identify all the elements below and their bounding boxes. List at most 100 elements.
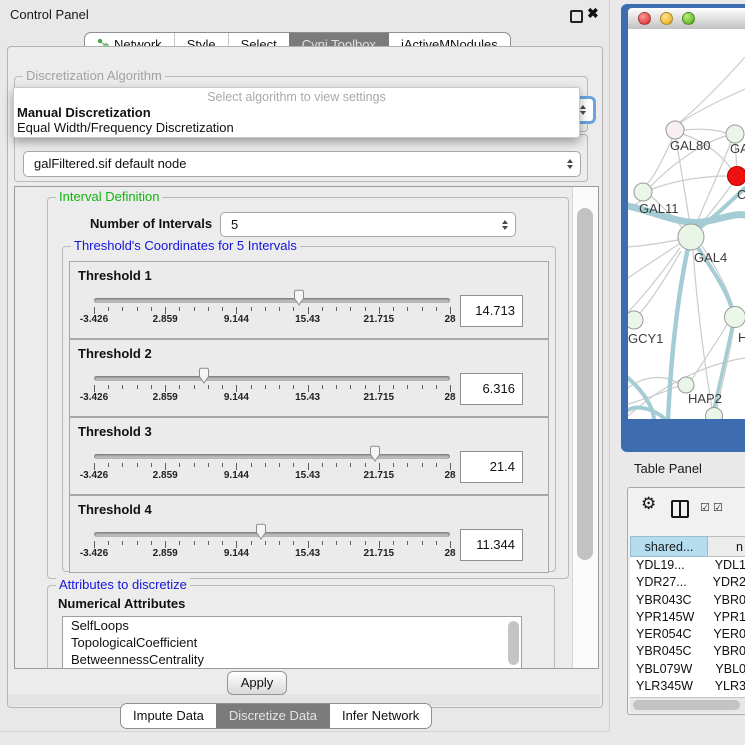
slider-track[interactable] xyxy=(94,298,450,303)
slider-tick xyxy=(407,463,408,467)
slider-track[interactable] xyxy=(94,532,450,537)
threshold-value-field[interactable]: 21.4 xyxy=(460,451,523,483)
slider-tick xyxy=(179,541,180,545)
cell-name: YLR3 xyxy=(712,678,745,695)
number-of-intervals-value: 5 xyxy=(231,213,238,236)
cell-shared-name: YBL079W xyxy=(630,661,712,678)
gear-icon[interactable]: ⚙ xyxy=(641,494,656,514)
checkbox-icon[interactable]: ☑ xyxy=(700,501,710,514)
slider-tick xyxy=(365,463,366,467)
slider-tick xyxy=(322,463,323,467)
network-window-titlebar[interactable] xyxy=(628,8,745,30)
threshold-label: Threshold 3 xyxy=(78,424,152,439)
tab-impute-data[interactable]: Impute Data xyxy=(121,704,216,728)
slider-tick-label: 15.43 xyxy=(295,470,320,481)
slider-tick xyxy=(450,463,451,470)
network-node-gal11[interactable] xyxy=(634,183,652,201)
attribute-item[interactable]: SelfLoops xyxy=(63,617,521,634)
slider-tick xyxy=(350,463,351,467)
minimize-traffic-light-icon[interactable] xyxy=(660,12,673,25)
cyni-mode-tab-bar: Impute Data Discretize Data Infer Network xyxy=(120,703,432,729)
split-columns-icon[interactable] xyxy=(671,500,689,518)
slider-tick xyxy=(179,463,180,467)
threshold-panel: Threshold 1-3.4262.8599.14415.4321.71528… xyxy=(69,261,549,339)
horizontal-scrollbar-track[interactable] xyxy=(630,697,745,713)
close-icon[interactable]: ✖ xyxy=(587,5,599,22)
threshold-coordinates-group: Threshold's Coordinates for 5 Intervals … xyxy=(62,246,556,572)
tab-label: Impute Data xyxy=(133,704,204,728)
slider-tick xyxy=(236,463,237,470)
attribute-item[interactable]: TopologicalCoefficient xyxy=(63,634,521,651)
dropdown-item-manual[interactable]: Manual Discretization xyxy=(17,105,151,120)
threshold-value-field[interactable]: 14.713 xyxy=(460,295,523,327)
slider-tick xyxy=(251,463,252,467)
column-header-shared-name[interactable]: shared... xyxy=(630,536,708,557)
column-header-name[interactable]: n xyxy=(708,536,745,557)
slider-tick xyxy=(165,541,166,548)
slider-tick-label: 9.144 xyxy=(224,392,249,403)
checkbox-icon[interactable]: ☑ xyxy=(713,501,723,514)
network-node-c[interactable] xyxy=(728,167,745,186)
network-edge xyxy=(628,240,678,247)
table-row[interactable]: YER054CYER0 xyxy=(630,626,745,643)
slider-tick xyxy=(436,385,437,389)
table-row[interactable]: YPR145WYPR1 xyxy=(630,609,745,626)
table-row[interactable]: YDL19...YDL1 xyxy=(630,557,745,574)
slider-tick xyxy=(322,307,323,311)
network-view-window: GAL80GACGAL11GAL4GCY1HHAP2 xyxy=(621,4,745,452)
slider-tick xyxy=(194,463,195,467)
cell-shared-name: YER054C xyxy=(630,626,710,643)
slider-track[interactable] xyxy=(94,376,450,381)
slider-tick-label: -3.426 xyxy=(80,392,108,403)
scrollbar-track[interactable] xyxy=(572,187,598,668)
list-scrollbar[interactable] xyxy=(508,621,519,665)
float-window-icon[interactable] xyxy=(570,10,583,23)
table-panel: ⚙ ☑ ☑ shared... n YDL19...YDL1YDR27...YD… xyxy=(627,487,745,715)
tab-label: Infer Network xyxy=(342,704,419,728)
slider-thumb[interactable] xyxy=(254,523,268,540)
slider-tick xyxy=(151,307,152,311)
slider-tick xyxy=(450,385,451,392)
dropdown-item-equal-width[interactable]: Equal Width/Frequency Discretization xyxy=(17,120,234,135)
horizontal-scrollbar-thumb[interactable] xyxy=(633,700,740,710)
close-traffic-light-icon[interactable] xyxy=(638,12,651,25)
slider-tick xyxy=(236,385,237,392)
threshold-value-field[interactable]: 11.344 xyxy=(460,529,523,561)
table-row[interactable]: YLR345WYLR3 xyxy=(630,678,745,695)
slider-tick xyxy=(365,541,366,545)
slider-tick xyxy=(308,463,309,470)
slider-track[interactable] xyxy=(94,454,450,459)
network-node-gal4[interactable] xyxy=(678,224,704,250)
threshold-value-field[interactable]: 6.316 xyxy=(460,373,523,405)
apply-button[interactable]: Apply xyxy=(227,671,287,695)
slider-thumb[interactable] xyxy=(292,289,306,306)
slider-tick xyxy=(222,541,223,545)
slider-thumb[interactable] xyxy=(368,445,382,462)
scrollbar-thumb[interactable] xyxy=(577,208,593,560)
tab-discretize-data[interactable]: Discretize Data xyxy=(216,704,329,728)
zoom-traffic-light-icon[interactable] xyxy=(682,12,695,25)
slider-thumb[interactable] xyxy=(197,367,211,384)
table-data-combo[interactable]: galFiltered.sif default node xyxy=(23,151,581,177)
network-edge xyxy=(628,244,679,278)
network-node-gcy1[interactable] xyxy=(628,311,643,329)
network-node-label: GAL4 xyxy=(694,250,727,265)
table-row[interactable]: YBR043CYBR0 xyxy=(630,592,745,609)
network-node[interactable] xyxy=(706,408,723,420)
table-row[interactable]: YBL079WYBL0 xyxy=(630,661,745,678)
tab-infer-network[interactable]: Infer Network xyxy=(329,704,431,728)
network-node-h[interactable] xyxy=(725,307,745,328)
slider-tick-label: 28 xyxy=(444,548,455,559)
slider-tick xyxy=(137,541,138,545)
threshold-panel: Threshold 3-3.4262.8599.14415.4321.71528… xyxy=(69,417,549,495)
slider-tick xyxy=(379,385,380,392)
algorithm-group-title: Discretization Algorithm xyxy=(23,69,165,83)
network-node-gal80[interactable] xyxy=(666,121,684,139)
network-canvas[interactable]: GAL80GACGAL11GAL4GCY1HHAP2 xyxy=(628,29,745,419)
slider-tick xyxy=(151,463,152,467)
number-of-intervals-combo[interactable]: 5 xyxy=(220,212,516,237)
table-row[interactable]: YBR045CYBR0 xyxy=(630,643,745,660)
attribute-item[interactable]: BetweennessCentrality xyxy=(63,651,521,668)
table-row[interactable]: YDR27...YDR2 xyxy=(630,574,745,591)
slider-tick xyxy=(265,463,266,467)
